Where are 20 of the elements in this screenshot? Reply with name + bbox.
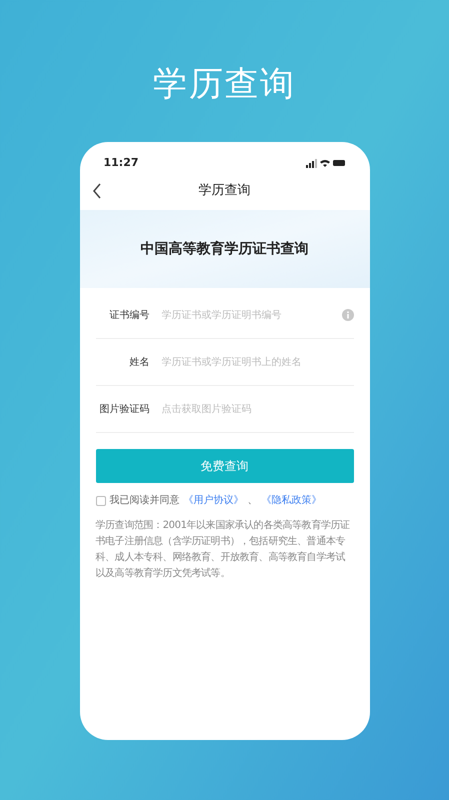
status-time: 11:27 — [104, 154, 139, 171]
status-icons-drawing — [306, 158, 346, 168]
banner-title: 中国高等教育学历证书查询 — [140, 240, 308, 258]
info-icon[interactable] — [342, 309, 354, 321]
back-icon[interactable] — [92, 183, 102, 199]
field-label: 证书编号 — [108, 308, 150, 322]
agreement-checkbox[interactable] — [96, 496, 106, 506]
user-agreement-link[interactable]: 《用户协议》 — [184, 493, 244, 508]
submit-button[interactable]: 免费查询 — [96, 449, 354, 483]
query-scope-note: 学历查询范围：2001年以来国家承认的各类高等教育学历证书电子注册信息（含学历证明书），包括研究生、普通本专科、成人本专科、网络教育、开放教育、高等教育自学考试以及高等教育学历文凭考试等。 — [96, 518, 351, 581]
page-headline: 学历查询 — [153, 63, 296, 106]
input-field[interactable]: 点击获取图片验证码 — [162, 402, 354, 416]
input-field[interactable]: 学历证书或学历证明书上的姓名 — [162, 354, 354, 370]
separator-text: 、 — [248, 494, 258, 508]
agreement-text: 我已阅读并同意 — [110, 494, 180, 508]
field-label: 图片验证码 — [98, 402, 150, 416]
nav-title: 学历查询 — [198, 182, 250, 200]
privacy-policy-link[interactable]: 《隐私政策》 — [262, 493, 322, 508]
input-field[interactable]: 学历证书或学历证明书编号 — [162, 308, 342, 322]
field-label: 姓名 — [128, 356, 150, 370]
